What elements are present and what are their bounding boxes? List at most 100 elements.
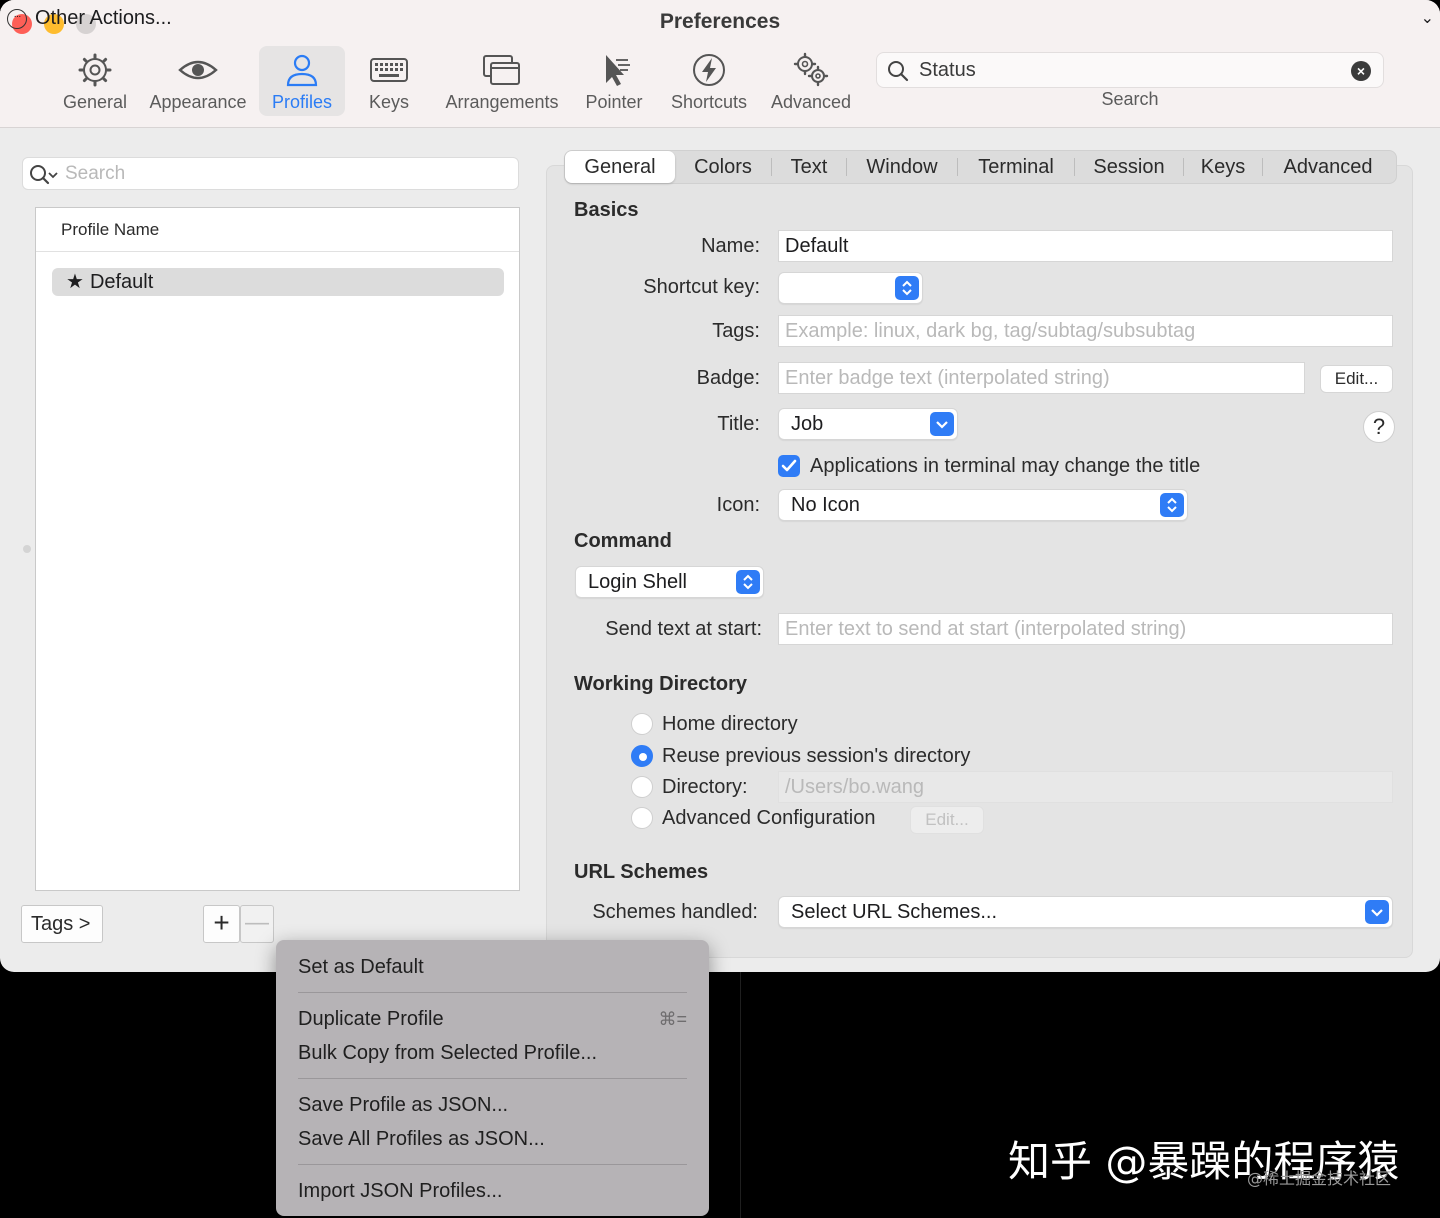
tab-text[interactable]: Text bbox=[772, 151, 846, 183]
help-button[interactable]: ? bbox=[1363, 411, 1395, 443]
tab-session[interactable]: Session bbox=[1075, 151, 1183, 183]
toolbar-shortcuts[interactable]: Shortcuts bbox=[664, 46, 754, 116]
reuse-directory-label[interactable]: Reuse previous session's directory bbox=[662, 745, 970, 768]
watermark-sub: @稀土掘金技术社区 bbox=[1247, 1169, 1392, 1188]
windows-icon bbox=[483, 55, 520, 85]
table-row[interactable]: ★ Default bbox=[52, 268, 504, 296]
home-directory-radio[interactable] bbox=[631, 713, 653, 735]
tags-button[interactable]: Tags > bbox=[21, 905, 103, 943]
remove-profile-button[interactable]: — bbox=[240, 905, 274, 943]
menu-item-import-json[interactable]: Import JSON Profiles... bbox=[298, 1180, 503, 1203]
background-divider bbox=[740, 972, 741, 1218]
eye-icon bbox=[178, 60, 218, 80]
send-text-label: Send text at start: bbox=[605, 618, 762, 640]
toolbar-profiles[interactable]: Profiles bbox=[259, 46, 345, 116]
menu-separator bbox=[298, 1164, 687, 1165]
url-schemes-value: Select URL Schemes... bbox=[791, 901, 998, 923]
chevron-down-icon: ⌄ bbox=[1420, 10, 1434, 27]
directory-label[interactable]: Directory: bbox=[662, 776, 748, 799]
toolbar-arrangements[interactable]: Arrangements bbox=[440, 46, 564, 116]
icon-label: Icon: bbox=[716, 494, 760, 516]
name-field[interactable]: Default bbox=[778, 230, 1393, 262]
profile-search-input[interactable]: Search bbox=[22, 157, 519, 190]
tags-label: Tags: bbox=[712, 320, 760, 342]
toolbar-appearance[interactable]: Appearance bbox=[144, 46, 252, 116]
advanced-configuration-edit-button[interactable]: Edit... bbox=[910, 806, 984, 834]
toolbar-label: Arrangements bbox=[445, 92, 559, 112]
add-profile-button[interactable]: + bbox=[203, 905, 240, 943]
toolbar-search-label: Search bbox=[1101, 89, 1159, 109]
advanced-configuration-label[interactable]: Advanced Configuration bbox=[662, 807, 875, 830]
reuse-directory-radio[interactable] bbox=[631, 745, 653, 767]
tab-terminal[interactable]: Terminal bbox=[958, 151, 1074, 183]
icon-popup[interactable]: No Icon bbox=[778, 489, 1188, 521]
checkmark-icon bbox=[781, 459, 797, 472]
command-popup[interactable]: Login Shell bbox=[575, 566, 764, 598]
directory-field[interactable]: /Users/bo.wang bbox=[778, 771, 1393, 803]
profile-search-placeholder: Search bbox=[65, 163, 126, 184]
toolbar-label: Pointer bbox=[585, 92, 643, 112]
search-icon bbox=[30, 165, 58, 185]
preferences-window: Preferences General Appearance Profiles … bbox=[0, 0, 1440, 972]
menu-item-save-profile-json[interactable]: Save Profile as JSON... bbox=[298, 1094, 508, 1117]
toolbar: Preferences General Appearance Profiles … bbox=[0, 0, 1440, 128]
menu-item-bulk-copy[interactable]: Bulk Copy from Selected Profile... bbox=[298, 1042, 597, 1065]
tab-keys[interactable]: Keys bbox=[1184, 151, 1262, 183]
tab-colors[interactable]: Colors bbox=[675, 151, 771, 183]
toolbar-keys[interactable]: Keys bbox=[358, 46, 420, 116]
schemes-handled-label: Schemes handled: bbox=[592, 901, 758, 923]
title-popup[interactable]: Job bbox=[778, 408, 958, 440]
shortcut-key-popup[interactable] bbox=[778, 272, 923, 304]
chevron-down-icon bbox=[1365, 900, 1389, 924]
person-icon bbox=[286, 54, 318, 87]
menu-item-save-all-profiles-json[interactable]: Save All Profiles as JSON... bbox=[298, 1128, 545, 1151]
command-heading: Command bbox=[574, 530, 672, 552]
toolbar-search-value: Status bbox=[919, 59, 976, 81]
home-directory-label[interactable]: Home directory bbox=[662, 713, 798, 736]
apps-change-title-label[interactable]: Applications in terminal may change the … bbox=[810, 455, 1200, 478]
ellipsis-icon: ··· bbox=[7, 9, 27, 29]
menu-item-set-default[interactable]: Set as Default bbox=[298, 956, 424, 979]
clear-search-icon[interactable]: × bbox=[1351, 61, 1371, 81]
profile-name-header[interactable]: Profile Name bbox=[36, 208, 519, 252]
toolbar-search-field[interactable]: Status × bbox=[876, 52, 1384, 88]
star-icon: ★ bbox=[66, 271, 84, 293]
stepper-icon bbox=[1160, 493, 1184, 517]
menu-item-duplicate-profile[interactable]: Duplicate Profile bbox=[298, 1008, 444, 1031]
gear-icon bbox=[78, 53, 112, 87]
advanced-configuration-radio[interactable] bbox=[631, 807, 653, 829]
icon-value: No Icon bbox=[791, 494, 860, 516]
stepper-icon bbox=[736, 570, 760, 594]
basics-heading: Basics bbox=[574, 199, 639, 221]
profile-table: Profile Name ★ Default bbox=[35, 207, 520, 891]
working-directory-heading: Working Directory bbox=[574, 673, 747, 695]
badge-edit-button[interactable]: Edit... bbox=[1320, 365, 1393, 393]
tab-window[interactable]: Window bbox=[847, 151, 957, 183]
duplicate-shortcut: ⌘= bbox=[658, 1009, 687, 1029]
toolbar-label: Profiles bbox=[271, 92, 333, 112]
menu-separator bbox=[298, 1078, 687, 1079]
window-title: Preferences bbox=[659, 10, 781, 33]
toolbar-label: Advanced bbox=[770, 92, 852, 112]
stepper-icon bbox=[895, 276, 919, 300]
toolbar-pointer[interactable]: Pointer bbox=[580, 46, 648, 116]
command-value: Login Shell bbox=[588, 571, 687, 593]
url-schemes-heading: URL Schemes bbox=[574, 861, 709, 883]
tab-advanced[interactable]: Advanced bbox=[1263, 151, 1393, 183]
split-handle[interactable] bbox=[23, 545, 31, 553]
send-text-field[interactable]: Enter text to send at start (interpolate… bbox=[778, 613, 1393, 645]
tags-field[interactable]: Example: linux, dark bg, tag/subtag/subs… bbox=[778, 315, 1393, 347]
directory-radio[interactable] bbox=[631, 776, 653, 798]
toolbar-advanced[interactable]: Advanced bbox=[766, 46, 856, 116]
tab-general[interactable]: General bbox=[565, 151, 675, 183]
profile-tabs: General Colors Text Window Terminal Sess… bbox=[564, 150, 1397, 184]
url-schemes-popup[interactable]: Select URL Schemes... bbox=[778, 896, 1393, 928]
toolbar-label: General bbox=[62, 92, 128, 112]
bolt-icon bbox=[693, 54, 725, 86]
other-actions-menu: Set as Default Duplicate Profile ⌘= Bulk… bbox=[276, 940, 709, 1216]
badge-field[interactable]: Enter badge text (interpolated string) bbox=[778, 362, 1305, 394]
toolbar-general[interactable]: General bbox=[56, 46, 134, 116]
apps-change-title-checkbox[interactable] bbox=[778, 455, 800, 477]
chevron-down-icon bbox=[930, 412, 954, 436]
name-label: Name: bbox=[701, 235, 760, 257]
